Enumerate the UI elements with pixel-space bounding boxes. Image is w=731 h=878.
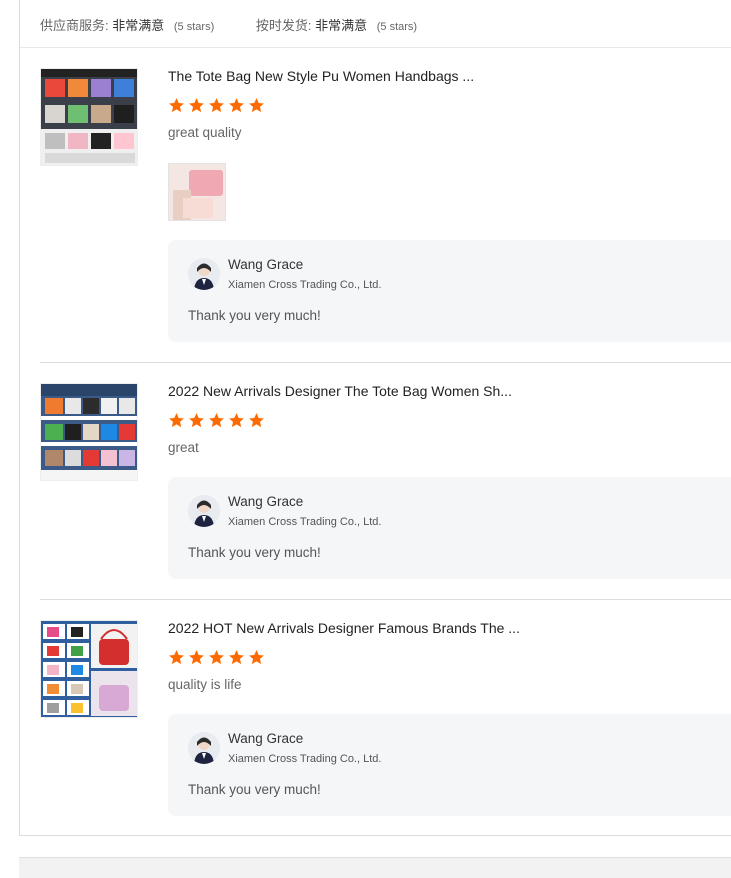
footer-bar [19,857,731,878]
avatar [188,732,220,764]
star-icon [229,650,244,665]
supplier-service-rating: 供应商服务: 非常满意 (5 stars) [40,15,214,34]
star-rating [168,649,268,666]
reply-company[interactable]: Xiamen Cross Trading Co., Ltd. [228,516,381,528]
on-time-shipping-rating: 按时发货: 非常满意 (5 stars) [256,15,417,34]
reply-author-name: Wang Grace [228,731,304,746]
supplier-service-label: 供应商服务: [40,18,109,33]
star-rating [168,97,268,114]
shipping-value: 非常满意 [315,18,368,33]
product-thumbnail[interactable] [40,68,138,166]
shipping-note: (5 stars) [376,21,418,33]
supplier-service-value: 非常满意 [112,18,165,33]
reply-author-name: Wang Grace [228,494,304,509]
supplier-service-note: (5 stars) [173,21,215,33]
review-comment: great quality [168,125,242,140]
product-thumbnail[interactable] [40,383,138,481]
star-icon [209,98,224,113]
review-photo[interactable] [168,163,226,221]
product-title[interactable]: 2022 New Arrivals Designer The Tote Bag … [168,383,512,399]
star-icon [249,413,264,428]
star-icon [169,413,184,428]
supplier-reply: Wang Grace Xiamen Cross Trading Co., Ltd… [168,477,731,579]
supplier-reply: Wang Grace Xiamen Cross Trading Co., Ltd… [168,714,731,816]
star-icon [189,650,204,665]
avatar [188,258,220,290]
reply-text: Thank you very much! [188,308,321,323]
reply-text: Thank you very much! [188,545,321,560]
supplier-reply: Wang Grace Xiamen Cross Trading Co., Ltd… [168,240,731,342]
divider [40,599,731,600]
review-comment: great [168,440,199,455]
avatar [188,495,220,527]
reply-company[interactable]: Xiamen Cross Trading Co., Ltd. [228,753,381,765]
product-title[interactable]: 2022 HOT New Arrivals Designer Famous Br… [168,620,520,636]
star-icon [209,650,224,665]
product-title[interactable]: The Tote Bag New Style Pu Women Handbags… [168,68,474,84]
star-icon [189,413,204,428]
star-icon [229,413,244,428]
divider [20,47,731,48]
star-icon [229,98,244,113]
star-icon [169,650,184,665]
star-icon [189,98,204,113]
divider [40,362,731,363]
reply-company[interactable]: Xiamen Cross Trading Co., Ltd. [228,279,381,291]
star-icon [209,413,224,428]
rating-summary: 供应商服务: 非常满意 (5 stars) 按时发货: 非常满意 (5 star… [40,15,455,34]
review-comment: quality is life [168,677,242,692]
star-icon [249,98,264,113]
star-icon [169,98,184,113]
reply-text: Thank you very much! [188,782,321,797]
star-rating [168,412,268,429]
star-icon [249,650,264,665]
reply-author-name: Wang Grace [228,257,304,272]
shipping-label: 按时发货: [255,18,312,33]
product-thumbnail[interactable] [40,620,138,718]
